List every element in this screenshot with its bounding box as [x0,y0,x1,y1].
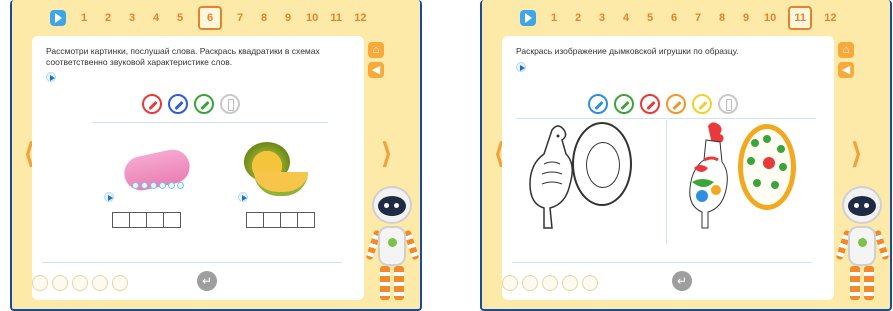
word-audio-button-soap[interactable] [104,192,114,202]
progress-dots [32,275,128,291]
page-7[interactable]: 7 [692,8,704,28]
yellow-pencil-icon[interactable] [692,94,712,114]
sound-box[interactable] [129,212,147,228]
page-5[interactable]: 5 [174,8,186,28]
red-pencil-icon[interactable] [640,94,660,114]
play-icon[interactable] [50,10,66,26]
instruction-audio-button[interactable] [516,62,526,72]
green-pencil-icon[interactable] [194,94,214,114]
instruction-audio-button[interactable] [46,72,56,82]
instruction-text: Раскрась изображение дымковской игрушки … [516,46,739,56]
page-11-active[interactable]: 11 [788,6,813,30]
progress-dot [522,275,538,291]
home-icon[interactable]: ⌂ [368,42,384,58]
page-10[interactable]: 10 [764,8,776,28]
page-11[interactable]: 11 [330,8,342,28]
play-icon[interactable] [520,10,536,26]
page-4[interactable]: 4 [150,8,162,28]
page-7[interactable]: 7 [234,8,246,28]
progress-dots [502,275,598,291]
back-arrow-icon[interactable]: ◀ [368,62,384,78]
progress-dot [32,275,48,291]
sound-box[interactable] [297,212,315,228]
page-navigation: 1 2 3 4 5 6 7 8 9 10 11 12 [12,0,420,36]
soap-bubbles [132,182,192,196]
footer-divider [42,262,342,263]
footer-divider [512,262,812,263]
eraser-icon[interactable] [220,94,240,114]
progress-dot [582,275,598,291]
progress-dot [562,275,578,291]
page-12[interactable]: 12 [354,8,366,28]
page-3[interactable]: 3 [596,8,608,28]
page-9[interactable]: 9 [740,8,752,28]
page-10[interactable]: 10 [306,8,318,28]
page-2[interactable]: 2 [102,8,114,28]
chevron-right-icon[interactable]: ⟩ [851,140,862,168]
page-12[interactable]: 12 [824,8,836,28]
blue-pencil-icon[interactable] [588,94,608,114]
exercise-screen-right: 1 2 3 4 5 6 7 8 9 10 11 12 ⌂ ◀ ⟨ ⟩ Раскр… [480,0,892,311]
color-palette [588,94,738,114]
page-8[interactable]: 8 [258,8,270,28]
instruction-text: Рассмотри картинки, послушай слова. Раск… [46,46,320,67]
progress-dot [502,275,518,291]
page-4[interactable]: 4 [620,8,632,28]
orange-pencil-icon[interactable] [666,94,686,114]
tail-outline-picture[interactable] [572,122,632,206]
page-6[interactable]: 6 [668,8,680,28]
page-8[interactable]: 8 [716,8,728,28]
enter-icon[interactable]: ↵ [197,271,217,291]
progress-dot [92,275,108,291]
center-divider [666,120,667,244]
page-9[interactable]: 9 [282,8,294,28]
melon-slice-picture [254,172,308,196]
blue-pencil-icon[interactable] [168,94,188,114]
home-icon[interactable]: ⌂ [838,42,854,58]
progress-dot [72,275,88,291]
page-6-active[interactable]: 6 [198,6,222,30]
page-3[interactable]: 3 [126,8,138,28]
chevron-right-icon[interactable]: ⟩ [381,140,392,168]
progress-dot [112,275,128,291]
divider [92,122,328,123]
sound-box[interactable] [263,212,281,228]
progress-dot [52,275,68,291]
page-1[interactable]: 1 [548,8,560,28]
sound-box[interactable] [163,212,181,228]
exercise-panel: Раскрась изображение дымковской игрушки … [502,36,834,300]
back-arrow-icon[interactable]: ◀ [838,62,854,78]
sound-scheme-melon [246,212,315,228]
divider [516,118,816,119]
tail-sample-picture [738,124,796,210]
sound-box[interactable] [246,212,264,228]
exercise-screen-left: 1 2 3 4 5 6 7 8 9 10 11 12 ⌂ ◀ ⟨ ⟩ Рассм… [10,0,422,311]
exercise-panel: Рассмотри картинки, послушай слова. Раск… [32,36,364,300]
enter-icon[interactable]: ↵ [672,271,692,291]
rooster-sample-picture [689,122,728,229]
sound-scheme-soap [112,212,181,228]
robot-mascot [835,186,890,309]
sound-box[interactable] [112,212,130,228]
robot-mascot [365,186,420,309]
page-2[interactable]: 2 [572,8,584,28]
page-navigation: 1 2 3 4 5 6 7 8 9 10 11 12 [482,0,890,36]
color-palette [142,94,240,114]
eraser-icon[interactable] [718,94,738,114]
sound-box[interactable] [280,212,298,228]
progress-dot [542,275,558,291]
sound-box[interactable] [146,212,164,228]
green-pencil-icon[interactable] [614,94,634,114]
word-audio-button-melon[interactable] [238,192,248,202]
page-5[interactable]: 5 [644,8,656,28]
page-1[interactable]: 1 [78,8,90,28]
red-pencil-icon[interactable] [142,94,162,114]
